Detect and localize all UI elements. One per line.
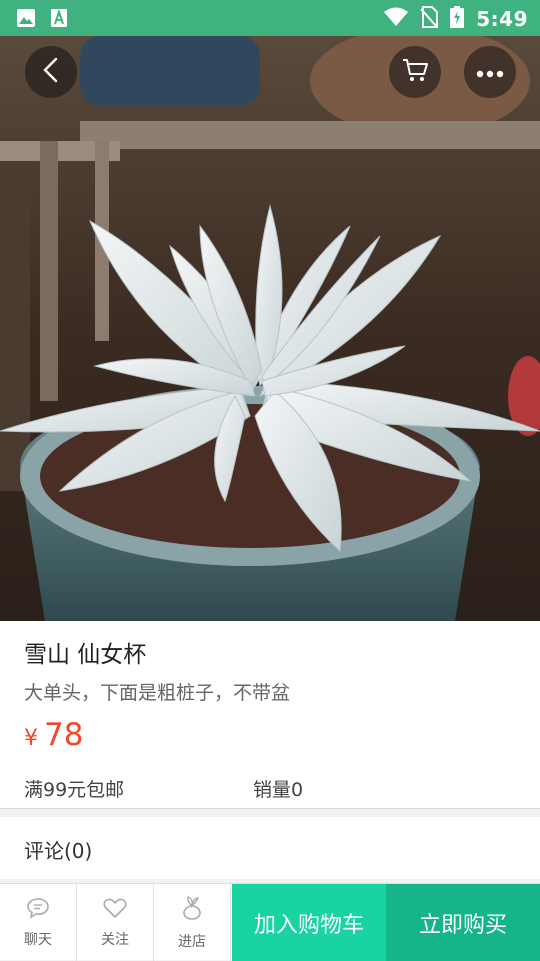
product-info: 雪山 仙女杯 大单头，下面是粗桩子，不带盆 ¥ 78 满99元包邮 销量0 [0, 621, 540, 809]
currency-symbol: ¥ [24, 726, 38, 751]
chevron-left-icon [41, 57, 61, 87]
cart-icon [401, 57, 429, 87]
wifi-icon [384, 7, 409, 31]
cart-button[interactable] [389, 46, 441, 98]
battery-charging-icon [450, 6, 465, 32]
sales-count: 销量0 [253, 779, 304, 801]
price-amount: 78 [44, 717, 84, 753]
store-button[interactable]: 进店 [154, 884, 231, 961]
chat-icon [26, 897, 50, 923]
store-label: 进店 [178, 933, 206, 950]
bottom-action-bar: 聊天 关注 进店 加入购物车 立即购买 [0, 883, 540, 961]
chat-label: 聊天 [24, 931, 52, 948]
product-title: 雪山 仙女杯 [24, 642, 147, 668]
heart-icon [103, 897, 127, 923]
more-horizontal-icon [476, 63, 504, 82]
status-bar: 5:49 [0, 0, 540, 36]
no-sim-icon [420, 6, 439, 32]
comments-section[interactable]: 评论(0) [0, 817, 540, 879]
more-button[interactable] [464, 46, 516, 98]
comments-label: 评论(0) [24, 839, 93, 863]
product-subtitle: 大单头，下面是粗桩子，不带盆 [24, 682, 291, 704]
product-price: ¥ 78 [24, 717, 83, 753]
follow-button[interactable]: 关注 [77, 884, 154, 961]
app-notification-icon [50, 8, 68, 32]
shipping-info: 满99元包邮 [24, 779, 125, 801]
status-time: 5:49 [476, 7, 528, 31]
section-gap [0, 809, 540, 817]
product-image [0, 36, 540, 621]
buy-now-button[interactable]: 立即购买 [386, 884, 540, 961]
back-button[interactable] [25, 46, 77, 98]
follow-label: 关注 [101, 931, 129, 948]
store-plant-icon [180, 895, 204, 925]
chat-button[interactable]: 聊天 [0, 884, 77, 961]
add-to-cart-button[interactable]: 加入购物车 [232, 884, 386, 961]
image-notification-icon [16, 8, 36, 32]
